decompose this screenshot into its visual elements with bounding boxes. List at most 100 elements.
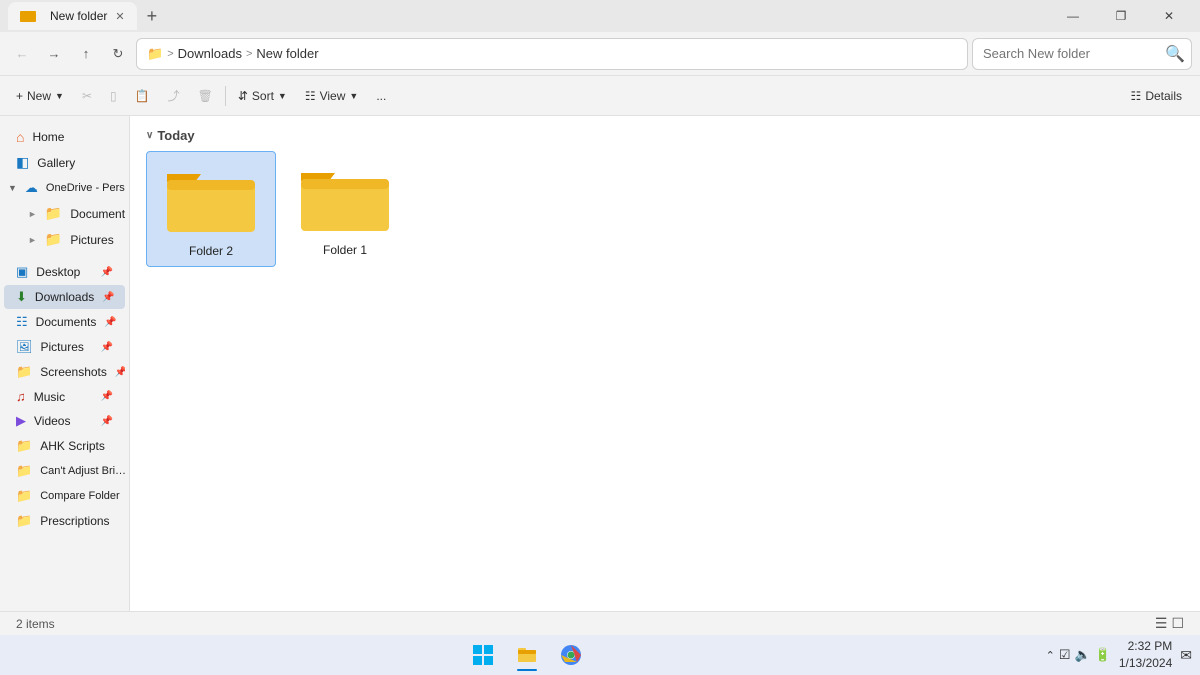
videos-icon: ▶ [16,413,26,429]
details-button[interactable]: ☷ Details [1121,85,1192,107]
sidebar-item-onedrive[interactable]: ▼ ☁ OneDrive - Pers… [4,176,125,200]
grid-view-icon[interactable]: ☐ [1171,615,1184,632]
sidebar-item-documents-child[interactable]: ► 📁 Documents [4,201,125,226]
folder-orange-ahk: 📁 [16,438,32,454]
copy-icon: ▯ [110,89,117,103]
back-button[interactable]: ← [8,40,36,68]
new-icon: + [16,89,23,103]
time-display: 2:32 PM [1119,638,1172,655]
up-button[interactable]: ↑ [72,40,100,68]
copy-button[interactable]: ▯ [102,85,125,107]
tab-new-folder[interactable]: New folder ✕ [8,2,137,30]
sidebar-item-compare-folder[interactable]: 📁 Compare Folder [4,484,125,508]
delete-icon: 🗑 [198,89,213,103]
sidebar-item-downloads[interactable]: ⬇ Downloads 📌 [4,285,125,309]
pin-icon-screenshots: 📌 [115,367,125,378]
folder-item-2[interactable]: Folder 2 [146,151,276,267]
sidebar-item-screenshots[interactable]: 📁 Screenshots 📌 [4,360,125,384]
breadcrumb[interactable]: 📁 > Downloads > New folder [136,38,968,70]
title-bar: New folder ✕ + — ❐ ✕ [0,0,1200,32]
new-button[interactable]: + New ▼ [8,85,72,107]
folder-1-label: Folder 1 [323,243,367,257]
main-area: ⌂ Home ◧ Gallery ▼ ☁ OneDrive - Pers… ► … [0,116,1200,611]
sort-icon: ⇵ [238,89,248,103]
pin-icon-downloads: 📌 [102,292,114,303]
tabs-area: New folder ✕ + [8,2,1050,31]
folder-icon-wrap-2 [161,160,261,240]
minimize-button[interactable]: — [1050,0,1096,32]
search-box[interactable]: 🔍 [972,38,1192,70]
sidebar-item-documents-pinned[interactable]: ☷ Documents 📌 [4,310,125,334]
folder-icon-doc: 📁 [45,205,62,222]
folder-icon-wrap-1 [295,159,395,239]
volume-icon[interactable]: 🔈 [1075,647,1091,663]
taskbar-file-explorer[interactable] [509,637,545,673]
more-button[interactable]: ... [368,85,394,107]
breadcrumb-current[interactable]: New folder [256,46,318,61]
gallery-icon: ◧ [16,154,29,171]
new-chevron: ▼ [55,91,64,101]
delete-button[interactable]: 🗑 [190,85,221,107]
date-display: 1/13/2024 [1119,655,1172,672]
sidebar-item-ahk[interactable]: 📁 AHK Scripts [4,434,125,458]
network-icon[interactable]: ☑ [1059,647,1071,663]
sidebar-item-prescriptions[interactable]: 📁 Prescriptions [4,509,125,533]
desktop-icon: ▣ [16,264,28,280]
sidebar-item-pictures-pinned[interactable]: 🖼 Pictures 📌 [4,335,125,359]
folder-svg-2 [161,160,261,240]
folder-2-label: Folder 2 [189,244,233,258]
home-icon: ⌂ [16,129,24,145]
sidebar-item-videos[interactable]: ▶ Videos 📌 [4,409,125,433]
doc-icon: ☷ [16,314,28,330]
clock[interactable]: 2:32 PM 1/13/2024 [1119,638,1172,672]
folder-item-1[interactable]: Folder 1 [280,151,410,267]
new-tab-button[interactable]: + [137,2,168,31]
address-bar: ← → ↑ ↻ 📁 > Downloads > New folder 🔍 [0,32,1200,76]
list-view-icon[interactable]: ☰ [1155,615,1168,632]
cut-button[interactable]: ✂ [74,85,100,107]
active-indicator [517,669,537,671]
section-arrow: ∨ [146,130,153,141]
tab-close-icon[interactable]: ✕ [115,10,124,23]
tab-title: New folder [50,9,107,23]
taskbar-chrome[interactable] [553,637,589,673]
taskbar-right: ⌃ ☑ 🔈 🔋 2:32 PM 1/13/2024 ✉ [1046,638,1192,672]
battery-icon[interactable]: 🔋 [1095,647,1111,663]
breadcrumb-sep2: > [246,48,252,60]
folder-orange-ca: 📁 [16,463,32,479]
pin-icon-documents: 📌 [104,317,116,328]
sidebar-item-pictures-child[interactable]: ► 📁 Pictures [4,227,125,252]
notification-icon[interactable]: ✉ [1180,647,1192,664]
start-button[interactable] [465,637,501,673]
section-header[interactable]: ∨ Today [146,124,1184,151]
forward-button[interactable]: → [40,40,68,68]
view-button[interactable]: ☷ View ▼ [297,85,366,107]
system-tray: ⌃ ☑ 🔈 🔋 [1046,647,1111,663]
refresh-button[interactable]: ↻ [104,40,132,68]
sidebar-item-music[interactable]: ♫ Music 📌 [4,385,125,408]
share-button[interactable]: ⤴ [160,83,188,108]
pin-icon-videos: 📌 [101,416,113,427]
sidebar-item-desktop[interactable]: ▣ Desktop 📌 [4,260,125,284]
windows-icon [473,645,493,665]
sidebar-item-home[interactable]: ⌂ Home [4,125,125,149]
section-label: Today [157,128,194,143]
maximize-button[interactable]: ❐ [1098,0,1144,32]
breadcrumb-downloads[interactable]: Downloads [178,46,242,61]
toolbar: + New ▼ ✂ ▯ 📋 ⤴ 🗑 ⇵ Sort ▼ ☷ View ▼ ... … [0,76,1200,116]
paste-button[interactable]: 📋 [127,85,158,107]
search-input[interactable] [983,46,1159,61]
sort-button[interactable]: ⇵ Sort ▼ [230,85,295,107]
taskbar-center [465,637,589,673]
sidebar-item-gallery[interactable]: ◧ Gallery [4,150,125,175]
view-icon: ☷ [305,89,316,103]
folder-tab-icon [20,8,36,24]
close-button[interactable]: ✕ [1146,0,1192,32]
folder-orange-cf: 📁 [16,488,32,504]
tray-expand[interactable]: ⌃ [1046,649,1055,662]
cloud-icon: ☁ [25,180,38,196]
sidebar-item-cantadjust[interactable]: 📁 Can't Adjust Bri… [4,459,125,483]
layout-toggles: ☰ ☐ [1155,615,1184,632]
item-count: 2 items [16,617,55,631]
toolbar-separator [225,86,226,106]
